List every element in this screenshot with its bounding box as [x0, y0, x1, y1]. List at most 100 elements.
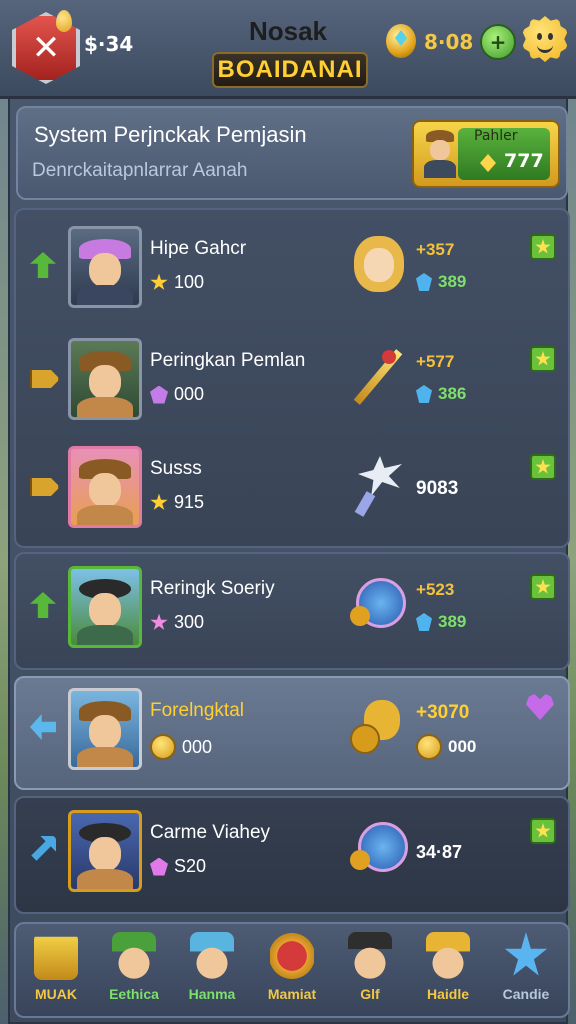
gem-counter: 8·08 — [424, 30, 474, 54]
blue-shield-icon — [346, 572, 410, 636]
reward-bottom-value: 389 — [438, 272, 467, 291]
nav-label: Hanma — [188, 986, 236, 1002]
leaderboard-group: Carme Viahey S20 34·87 — [14, 796, 570, 914]
nav-item-muak[interactable]: MUAK — [20, 930, 92, 1012]
top-bar: ✕ $·34 Nosak BOAIDANAI 8·08 + — [0, 0, 576, 99]
player-label: Pahler — [474, 128, 518, 144]
star-icon — [150, 273, 168, 290]
reward-bottom: 000 — [416, 734, 476, 760]
heart-icon[interactable] — [526, 694, 554, 720]
avatar — [68, 338, 142, 420]
leaderboard-row[interactable]: Reringk Soeriy 300 +523 389 — [16, 556, 568, 666]
reward-bottom: 389 — [416, 272, 466, 292]
shield-icon — [270, 932, 314, 980]
player-name: Carme Viahey — [150, 822, 271, 843]
leaderboard-group: Reringk Soeriy 300 +523 389 — [14, 552, 570, 670]
stat-value: 000 — [174, 384, 205, 404]
stat-value: S20 — [174, 856, 207, 876]
eye-icon — [548, 33, 553, 40]
nav-item-eethica[interactable]: Eethica — [98, 930, 170, 1012]
reward-top: +577 — [416, 352, 455, 371]
character-icon — [190, 932, 234, 980]
nav-item-hanma[interactable]: Hanma — [176, 930, 248, 1012]
favorite-star-icon[interactable] — [530, 346, 556, 372]
reward-top-value: 357 — [425, 240, 455, 259]
stat-value: 100 — [174, 272, 205, 292]
player-stat: S20 — [150, 856, 206, 877]
avatar — [68, 688, 142, 770]
nav-item-haidle[interactable]: Haidle — [412, 930, 484, 1012]
title-plaque: BOAIDANAI — [212, 52, 368, 88]
leaderboard-row[interactable]: Hipe Gahcr 100 +357 389 — [16, 216, 568, 326]
star-icon — [150, 493, 168, 510]
reward-top: +357 — [416, 240, 455, 259]
favorite-star-icon[interactable] — [530, 818, 556, 844]
reward-value: 9083 — [416, 478, 459, 499]
mouth-icon — [537, 43, 553, 53]
girl-portrait-icon — [346, 232, 410, 296]
stat-value: 915 — [174, 492, 205, 512]
reward-top-value: 523 — [425, 580, 455, 599]
character-icon — [112, 932, 156, 980]
coin-icon — [150, 734, 176, 760]
nav-item-candie[interactable]: Candie — [490, 930, 562, 1012]
leaderboard-group: Hipe Gahcr 100 +357 389 Peringkan Pemlan… — [14, 208, 570, 548]
bottom-nav: MUAK Eethica Hanma Mamiat Glf Haidle Can… — [14, 922, 570, 1018]
gem-icon — [386, 24, 416, 58]
leaderboard-group-highlighted: Forelngktal 000 +3070 000 — [14, 676, 570, 790]
blue-shield-icon — [346, 816, 410, 880]
reward-top: +523 — [416, 580, 455, 599]
favorite-star-icon[interactable] — [530, 454, 556, 480]
panel-subtitle: Denrckaitapnlarrar Aanah — [32, 160, 248, 181]
sword-icon — [346, 344, 410, 408]
gem-icon — [150, 385, 168, 404]
player-stat: 915 — [150, 492, 204, 513]
avatar — [68, 226, 142, 308]
stat-value: 300 — [174, 612, 205, 632]
player-avatar — [418, 128, 460, 182]
star-icon — [504, 932, 548, 976]
leaderboard-row[interactable]: Peringkan Pemlan 000 +577 386 — [16, 328, 568, 438]
rank-up-icon — [31, 836, 56, 861]
golden-bear-icon — [346, 694, 410, 758]
crystal-icon — [416, 385, 432, 403]
player-name: Peringkan Pemlan — [150, 350, 306, 371]
avatar — [68, 566, 142, 648]
reward-bottom-value: 000 — [448, 737, 477, 756]
leaderboard-row[interactable]: Forelngktal 000 +3070 000 — [16, 678, 568, 788]
reward-bottom: 386 — [416, 384, 466, 404]
player-name: Forelngktal — [150, 700, 244, 721]
leaderboard-row[interactable]: Carme Viahey S20 34·87 — [16, 800, 568, 910]
player-card[interactable]: Pahler 777 — [412, 120, 560, 188]
rank-same-icon — [30, 478, 60, 496]
rank-same-icon — [30, 370, 60, 388]
favorite-star-icon[interactable] — [530, 234, 556, 260]
star-icon — [150, 613, 168, 630]
crystal-icon — [416, 613, 432, 631]
avatar — [68, 446, 142, 528]
leaderboard-row[interactable]: Susss 915 9083 — [16, 436, 568, 546]
nav-label: MUAK — [35, 986, 77, 1002]
reward-top-value: 3070 — [427, 702, 470, 723]
rank-left-icon — [30, 714, 56, 740]
reward-bottom-value: 389 — [438, 612, 467, 631]
panel-title: System Perjnckak Pemjasin — [34, 122, 307, 147]
favorite-star-icon[interactable] — [530, 574, 556, 600]
reward-value: 34·87 — [416, 842, 463, 862]
nav-item-mamiat[interactable]: Mamiat — [256, 930, 328, 1012]
reward-bottom: 389 — [416, 612, 466, 632]
player-stat: 100 — [150, 272, 204, 293]
nav-label: Glf — [360, 986, 380, 1002]
stat-value: 000 — [182, 736, 213, 757]
nav-label: Eethica — [109, 986, 159, 1002]
add-currency-button[interactable]: + — [480, 24, 516, 60]
crystal-icon — [416, 273, 432, 291]
coin-icon — [416, 734, 442, 760]
gem-icon — [150, 857, 168, 876]
avatar — [68, 810, 142, 892]
nav-item-glf[interactable]: Glf — [334, 930, 406, 1012]
rank-up-icon — [30, 592, 56, 618]
player-stat: 000 — [150, 734, 212, 760]
character-icon — [426, 932, 470, 980]
nav-label: Candie — [502, 986, 550, 1002]
